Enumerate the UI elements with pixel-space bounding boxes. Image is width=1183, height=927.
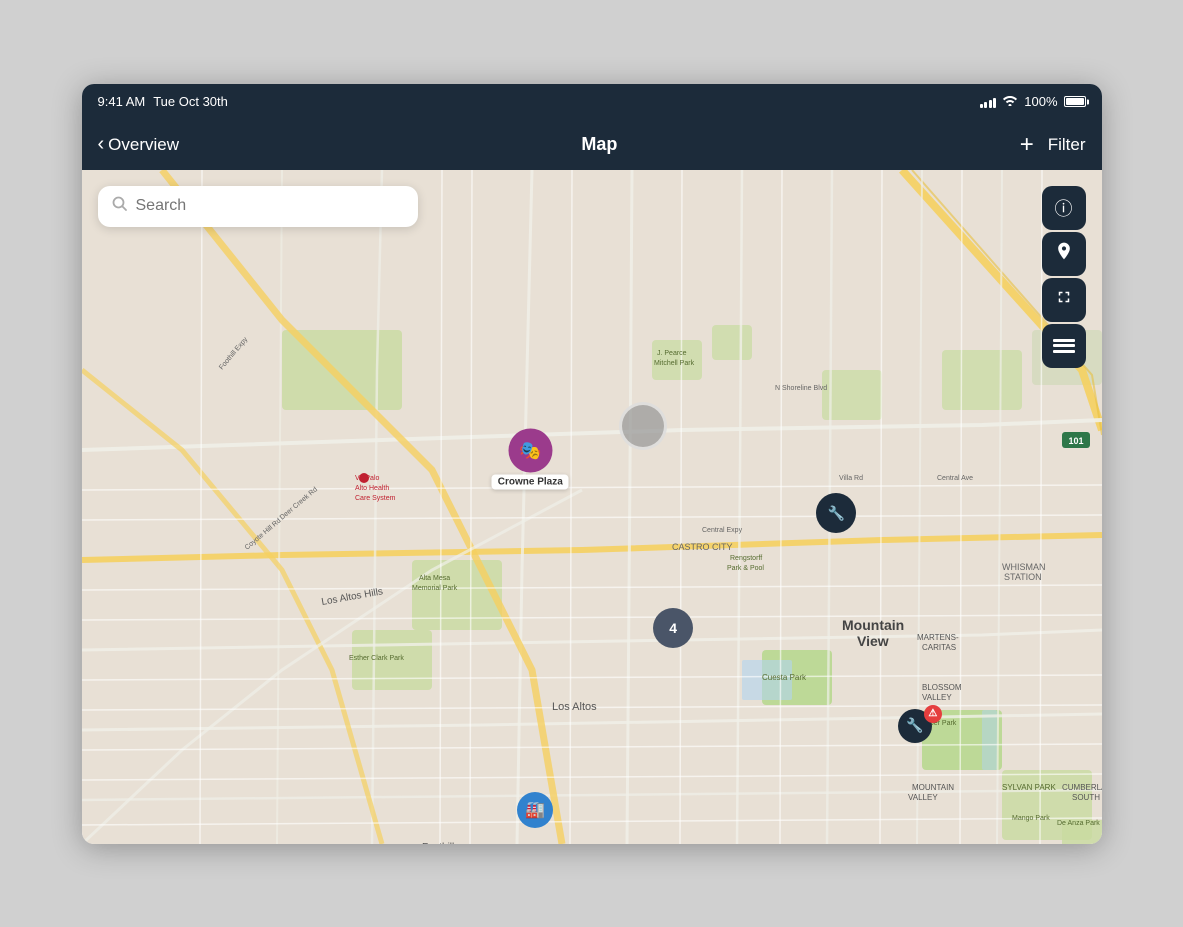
time: 9:41 AM <box>98 94 146 109</box>
phone-frame: 9:41 AM Tue Oct 30th 100% ‹ Ov <box>82 84 1102 844</box>
building-marker-2[interactable]: 🏭 <box>517 792 553 828</box>
svg-text:View: View <box>857 633 889 649</box>
svg-text:Cuesta Park: Cuesta Park <box>762 673 807 682</box>
svg-text:SOUTH: SOUTH <box>1072 793 1100 802</box>
svg-text:Care System: Care System <box>355 495 396 502</box>
svg-text:De Anza Park: De Anza Park <box>1057 820 1100 827</box>
search-bar[interactable] <box>98 186 418 227</box>
nav-bar: ‹ Overview Map + Filter <box>82 120 1102 170</box>
expand-button[interactable] <box>1042 278 1086 322</box>
back-button[interactable]: ‹ Overview <box>98 133 180 156</box>
info-button[interactable]: ⓘ <box>1042 186 1086 230</box>
cluster-marker[interactable]: 4 <box>653 608 693 648</box>
add-button[interactable]: + <box>1020 131 1034 159</box>
svg-text:Mango Park: Mango Park <box>1012 815 1050 822</box>
svg-text:SYLVAN PARK: SYLVAN PARK <box>1002 783 1056 792</box>
layers-icon <box>1053 339 1075 353</box>
svg-text:N Shoreline Blvd: N Shoreline Blvd <box>775 385 827 392</box>
svg-text:CUMBERLAND: CUMBERLAND <box>1062 783 1102 792</box>
svg-text:CASTRO CITY: CASTRO CITY <box>672 542 733 552</box>
chevron-left-icon: ‹ <box>98 133 105 156</box>
nav-actions: + Filter <box>1020 131 1086 159</box>
date: Tue Oct 30th <box>153 94 228 109</box>
svg-text:Mountain: Mountain <box>842 617 904 633</box>
battery-percent: 100% <box>1024 94 1057 109</box>
signal-icon <box>980 96 997 108</box>
warning-tool-marker[interactable]: 🔧 ⚠ <box>898 709 938 749</box>
svg-text:101: 101 <box>1068 436 1083 446</box>
map-background: Los Altos Hills Los Altos Mountain View … <box>82 170 1102 844</box>
map-controls: ⓘ <box>1042 186 1086 368</box>
svg-text:Rengstorff: Rengstorff <box>730 555 762 562</box>
svg-text:Central Ave: Central Ave <box>937 475 973 482</box>
svg-text:Foothill: Foothill <box>422 842 454 844</box>
svg-text:Villa Rd: Villa Rd <box>839 475 863 482</box>
svg-text:Central Expy: Central Expy <box>702 527 743 534</box>
svg-text:VALLEY: VALLEY <box>922 693 952 702</box>
svg-text:Alto Health: Alto Health <box>355 485 389 492</box>
svg-text:Los Altos: Los Altos <box>552 701 597 713</box>
svg-text:CARITAS: CARITAS <box>922 643 956 652</box>
building-icon: 🏭 <box>517 792 553 828</box>
crowne-plaza-icon: 🎭 <box>508 429 552 473</box>
crowne-plaza-marker[interactable]: 🎭 Crowne Plaza <box>492 429 569 490</box>
gray-circle-icon <box>619 402 667 450</box>
svg-text:Mitchell Park: Mitchell Park <box>654 360 695 367</box>
svg-text:Esther Clark Park: Esther Clark Park <box>349 655 404 662</box>
status-bar: 9:41 AM Tue Oct 30th 100% <box>82 84 1102 120</box>
cluster-icon: 4 <box>653 608 693 648</box>
location-button[interactable] <box>1042 232 1086 276</box>
wifi-icon <box>1002 94 1018 109</box>
status-right: 100% <box>980 94 1086 109</box>
cluster-count: 4 <box>669 620 677 636</box>
filter-button[interactable]: Filter <box>1048 135 1086 155</box>
back-label: Overview <box>108 135 179 155</box>
crowne-plaza-label: Crowne Plaza <box>492 475 569 490</box>
svg-text:BLOSSOM: BLOSSOM <box>922 683 962 692</box>
location-icon <box>1054 241 1074 266</box>
info-icon: ⓘ <box>1055 195 1073 221</box>
svg-text:Alta Mesa: Alta Mesa <box>419 575 450 582</box>
svg-text:J. Pearce: J. Pearce <box>657 350 687 357</box>
expand-icon <box>1055 288 1073 311</box>
svg-text:STATION: STATION <box>1004 572 1042 582</box>
status-left: 9:41 AM Tue Oct 30th <box>98 94 228 109</box>
svg-text:WHISMAN: WHISMAN <box>1002 562 1046 572</box>
warning-icon: 🔧 ⚠ <box>898 709 938 749</box>
tool-marker[interactable]: 🔧 <box>816 493 856 533</box>
svg-text:Park & Pool: Park & Pool <box>727 565 764 572</box>
search-input[interactable] <box>136 197 404 215</box>
tool-icon: 🔧 <box>816 493 856 533</box>
svg-text:MARTENS-: MARTENS- <box>917 633 959 642</box>
svg-text:VALLEY: VALLEY <box>908 793 938 802</box>
battery-icon <box>1064 96 1086 107</box>
page-title: Map <box>581 134 617 155</box>
location-dot <box>619 402 667 450</box>
map-container[interactable]: Los Altos Hills Los Altos Mountain View … <box>82 170 1102 844</box>
svg-text:MOUNTAIN: MOUNTAIN <box>912 783 954 792</box>
layers-button[interactable] <box>1042 324 1086 368</box>
svg-text:Memorial Park: Memorial Park <box>412 585 458 592</box>
search-icon <box>112 196 128 217</box>
